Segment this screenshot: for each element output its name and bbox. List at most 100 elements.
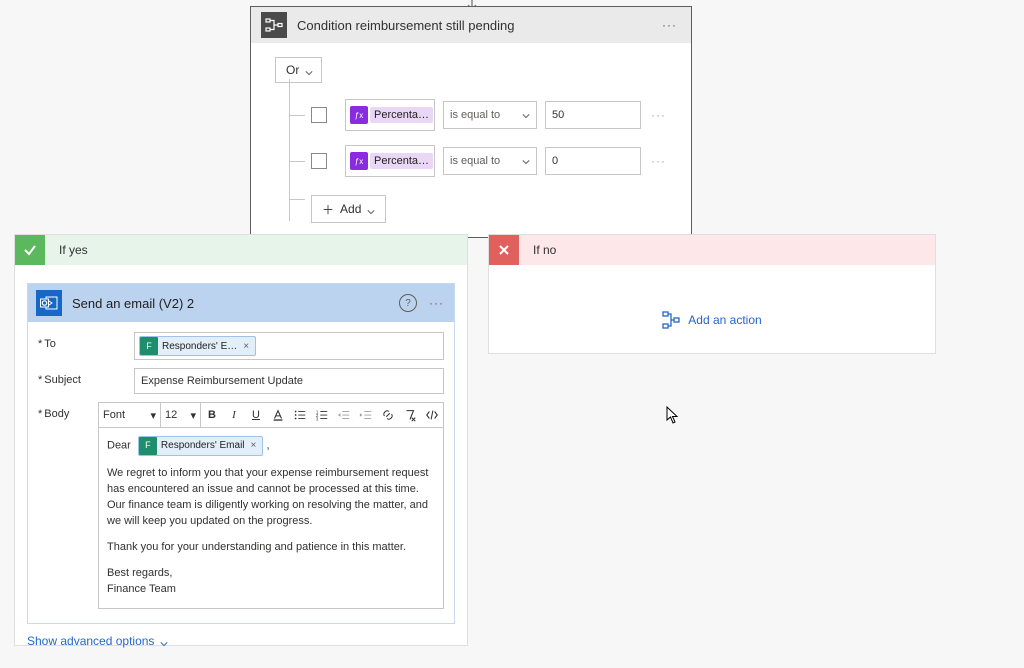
add-action-button[interactable]: Add an action bbox=[489, 311, 935, 329]
to-dynamic-chip[interactable]: F Responders' E… × bbox=[139, 336, 256, 356]
value-input[interactable] bbox=[545, 147, 641, 175]
body-label: *Body bbox=[38, 402, 98, 420]
operator-label: is equal to bbox=[450, 155, 500, 167]
field-value-token[interactable]: ƒx Percenta… × bbox=[345, 145, 435, 177]
code-view-button[interactable] bbox=[421, 403, 443, 427]
condition-title: Condition reimbursement still pending bbox=[297, 18, 658, 33]
forms-icon: F bbox=[140, 337, 158, 355]
chevron-down-icon bbox=[522, 157, 530, 165]
body-row: *Body Font ▾ 12 ▾ B I U bbox=[38, 398, 444, 613]
chevron-down-icon bbox=[367, 205, 375, 213]
operator-dropdown[interactable]: is equal to bbox=[443, 147, 537, 175]
underline-button[interactable]: U bbox=[245, 403, 267, 427]
to-chip-label: Responders' E… bbox=[162, 341, 237, 352]
subject-label: *Subject bbox=[38, 368, 134, 386]
body-greeting: Dear bbox=[107, 439, 131, 451]
group-operator-label: Or bbox=[286, 63, 299, 77]
add-action-label: Add an action bbox=[688, 313, 761, 327]
row-checkbox[interactable] bbox=[311, 107, 327, 123]
fx-icon: ƒx bbox=[350, 106, 368, 124]
if-yes-title: If yes bbox=[59, 243, 88, 257]
condition-tree: ƒx Percenta… × is equal to ··· ƒx Percen… bbox=[289, 83, 677, 223]
row-more-button[interactable]: ··· bbox=[651, 154, 666, 168]
advanced-label: Show advanced options bbox=[27, 634, 154, 648]
bold-button[interactable]: B bbox=[201, 403, 223, 427]
body-greeting-line: Dear F Responders' Email × , bbox=[107, 436, 435, 456]
body-editor[interactable]: Dear F Responders' Email × , We regret t… bbox=[98, 428, 444, 609]
subject-row: *Subject bbox=[38, 364, 444, 398]
chevron-down-icon bbox=[160, 637, 168, 645]
outdent-button[interactable] bbox=[333, 403, 355, 427]
chevron-down-icon bbox=[522, 111, 530, 119]
condition-icon bbox=[261, 12, 287, 38]
caret-down-icon: ▾ bbox=[150, 409, 156, 422]
body-sign-2: Finance Team bbox=[107, 582, 435, 598]
if-no-branch: If no Add an action bbox=[488, 234, 936, 354]
condition-body: Or ƒx Percenta… × is equal to ··· bbox=[251, 43, 691, 237]
fx-icon: ƒx bbox=[350, 152, 368, 170]
condition-more-button[interactable]: ··· bbox=[658, 18, 681, 32]
bullet-list-button[interactable] bbox=[289, 403, 311, 427]
field-chip-label: Percenta… bbox=[370, 107, 433, 123]
chip-remove-button[interactable]: × bbox=[251, 439, 257, 454]
send-email-header[interactable]: Send an email (V2) 2 ? ··· bbox=[28, 284, 454, 322]
condition-card: Condition reimbursement still pending ··… bbox=[250, 6, 692, 238]
indent-button[interactable] bbox=[355, 403, 377, 427]
font-family-dropdown[interactable]: Font ▾ bbox=[99, 403, 161, 427]
show-advanced-options[interactable]: Show advanced options bbox=[15, 624, 467, 658]
add-label: Add bbox=[340, 202, 361, 216]
font-size-dropdown[interactable]: 12 ▾ bbox=[161, 403, 201, 427]
if-yes-branch: If yes Send an email (V2) 2 ? ··· *To F … bbox=[14, 234, 468, 646]
forms-icon: F bbox=[139, 437, 157, 455]
field-chip-label: Percenta… bbox=[370, 153, 433, 169]
plus-icon: ＋ bbox=[322, 201, 334, 218]
check-icon bbox=[15, 235, 45, 265]
if-no-header: If no bbox=[489, 235, 935, 265]
font-color-button[interactable] bbox=[267, 403, 289, 427]
action-icon bbox=[662, 311, 680, 329]
condition-row: ƒx Percenta… × is equal to ··· bbox=[289, 141, 677, 181]
link-button[interactable] bbox=[377, 403, 399, 427]
if-no-title: If no bbox=[533, 243, 556, 257]
font-family-label: Font bbox=[103, 409, 125, 421]
italic-button[interactable]: I bbox=[223, 403, 245, 427]
send-email-body: *To F Responders' E… × *Subject bbox=[28, 322, 454, 623]
to-label: *To bbox=[38, 332, 134, 350]
body-chip-label: Responders' Email bbox=[161, 439, 245, 454]
chip-remove-button[interactable]: × bbox=[243, 341, 249, 352]
subject-input[interactable] bbox=[134, 368, 444, 394]
group-operator-dropdown[interactable]: Or bbox=[275, 57, 322, 83]
body-paragraph-2: Thank you for your understanding and pat… bbox=[107, 540, 435, 556]
help-button[interactable]: ? bbox=[399, 294, 417, 312]
chevron-down-icon bbox=[305, 66, 313, 74]
row-more-button[interactable]: ··· bbox=[651, 108, 666, 122]
svg-text:3: 3 bbox=[316, 416, 319, 421]
add-condition-button[interactable]: ＋ Add bbox=[311, 195, 386, 223]
condition-row: ƒx Percenta… × is equal to ··· bbox=[289, 95, 677, 135]
row-checkbox[interactable] bbox=[311, 153, 327, 169]
add-connector: ＋ Add bbox=[289, 181, 677, 223]
to-row: *To F Responders' E… × bbox=[38, 328, 444, 364]
if-yes-header: If yes bbox=[15, 235, 467, 265]
send-email-card: Send an email (V2) 2 ? ··· *To F Respond… bbox=[27, 283, 455, 624]
mouse-cursor-icon bbox=[666, 406, 680, 424]
operator-dropdown[interactable]: is equal to bbox=[443, 101, 537, 129]
rte-toolbar: Font ▾ 12 ▾ B I U 123 bbox=[98, 402, 444, 428]
body-sign-1: Best regards, bbox=[107, 566, 435, 582]
value-input[interactable] bbox=[545, 101, 641, 129]
number-list-button[interactable]: 123 bbox=[311, 403, 333, 427]
action-more-button[interactable]: ··· bbox=[427, 296, 446, 310]
close-icon bbox=[489, 235, 519, 265]
font-size-label: 12 bbox=[165, 409, 177, 421]
body-greeting-tail: , bbox=[266, 439, 269, 451]
condition-header[interactable]: Condition reimbursement still pending ··… bbox=[251, 7, 691, 43]
body-dynamic-chip[interactable]: F Responders' Email × bbox=[138, 436, 263, 456]
caret-down-icon: ▾ bbox=[190, 409, 196, 422]
operator-label: is equal to bbox=[450, 109, 500, 121]
to-field[interactable]: F Responders' E… × bbox=[134, 332, 444, 360]
field-value-token[interactable]: ƒx Percenta… × bbox=[345, 99, 435, 131]
send-email-title: Send an email (V2) 2 bbox=[72, 296, 399, 311]
body-paragraph-1: We regret to inform you that your expens… bbox=[107, 466, 435, 530]
outlook-icon bbox=[36, 290, 62, 316]
clear-format-button[interactable] bbox=[399, 403, 421, 427]
